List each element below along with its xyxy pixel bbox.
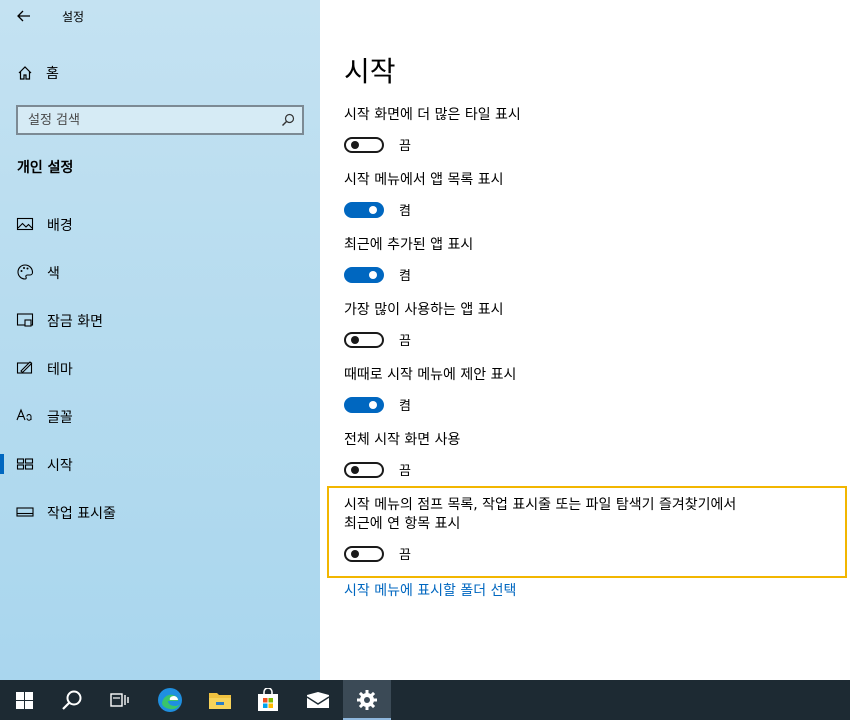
sidebar-item-label: 색	[47, 266, 60, 282]
title-bar: 설정	[0, 0, 320, 34]
toggle-switch[interactable]	[344, 396, 384, 413]
toggle-switch[interactable]	[344, 136, 384, 153]
setting-label: 시작 메뉴에서 앱 목록 표시	[344, 172, 504, 188]
palette-icon	[17, 264, 34, 280]
nav-home-label: 홈	[46, 66, 59, 82]
setting-recently-added: 최근에 추가된 앱 표시 켬	[344, 236, 473, 284]
toggle-recently-added[interactable]: 켬	[344, 265, 473, 284]
task-view-button[interactable]	[96, 680, 144, 720]
page-title: 시작	[344, 55, 396, 88]
file-explorer-icon	[209, 693, 231, 709]
task-view-icon	[110, 693, 129, 707]
toggle-suggestions[interactable]: 켬	[344, 395, 516, 414]
sidebar-item-label: 작업 표시줄	[47, 506, 116, 522]
sidebar-item-color[interactable]: 색	[0, 252, 320, 292]
start-button[interactable]	[0, 680, 48, 720]
content-pane: 시작 시작 화면에 더 많은 타일 표시 끔 시작 메뉴에서 앱 목록 표시 켬…	[320, 0, 850, 680]
app-title: 설정	[62, 10, 85, 24]
section-heading: 개인 설정	[17, 160, 74, 176]
setting-suggestions: 때때로 시작 메뉴에 제안 표시 켬	[344, 366, 516, 414]
start-icon	[16, 458, 34, 470]
setting-app-list: 시작 메뉴에서 앱 목록 표시 켬	[344, 171, 503, 219]
home-icon	[18, 66, 32, 80]
toggle-state-text: 켬	[399, 399, 411, 414]
setting-label: 최근에 추가된 앱 표시	[344, 237, 474, 253]
taskbar-search-button[interactable]	[48, 680, 96, 720]
choose-folders-link[interactable]: 시작 메뉴에 표시할 폴더 선택	[344, 580, 516, 600]
theme-icon	[16, 361, 33, 374]
settings-window: 설정 홈 개인 설정 배경	[0, 0, 850, 680]
file-explorer-button[interactable]	[196, 680, 244, 720]
settings-taskbar-button[interactable]	[343, 680, 391, 720]
toggle-most-used[interactable]: 끔	[344, 330, 503, 349]
sidebar-item-theme[interactable]: 테마	[0, 348, 320, 388]
toggle-full-screen[interactable]: 끔	[344, 460, 460, 479]
taskbar	[0, 680, 850, 720]
store-button[interactable]	[244, 680, 292, 720]
sidebar-item-label: 잠금 화면	[47, 314, 103, 330]
lock-screen-icon	[16, 313, 34, 327]
toggle-state-text: 켬	[399, 204, 411, 219]
picture-icon	[16, 217, 34, 231]
sidebar-item-lock-screen[interactable]: 잠금 화면	[0, 300, 320, 340]
settings-gear-icon	[357, 690, 377, 710]
windows-start-icon	[15, 691, 33, 709]
toggle-state-text: 켬	[399, 269, 411, 284]
toggle-switch[interactable]	[344, 201, 384, 218]
sidebar-item-start[interactable]: 시작	[0, 444, 320, 484]
sidebar-item-label: 테마	[47, 362, 73, 378]
back-arrow-icon	[17, 10, 30, 22]
setting-label: 전체 시작 화면 사용	[344, 432, 461, 448]
mail-button[interactable]	[294, 680, 342, 720]
active-indicator	[0, 454, 4, 474]
navigation-pane: 설정 홈 개인 설정 배경	[0, 0, 320, 680]
sidebar-item-label: 시작	[47, 458, 73, 474]
sidebar-item-background[interactable]: 배경	[0, 204, 320, 244]
back-button[interactable]	[10, 5, 38, 27]
sidebar-item-label: 배경	[47, 218, 73, 234]
edge-button[interactable]	[146, 680, 194, 720]
edge-icon	[158, 688, 182, 712]
nav-home[interactable]: 홈	[17, 62, 59, 84]
toggle-switch[interactable]	[344, 461, 384, 478]
search-icon[interactable]	[281, 113, 295, 127]
toggle-state-text: 끔	[399, 139, 411, 154]
setting-full-screen: 전체 시작 화면 사용 끔	[344, 431, 460, 479]
sidebar-item-label: 글꼴	[47, 410, 73, 426]
toggle-switch[interactable]	[344, 331, 384, 348]
setting-label: 가장 많이 사용하는 앱 표시	[344, 302, 504, 318]
setting-label: 시작 화면에 더 많은 타일 표시	[344, 107, 521, 123]
toggle-app-list[interactable]: 켬	[344, 200, 503, 219]
setting-most-used: 가장 많이 사용하는 앱 표시 끔	[344, 301, 503, 349]
sidebar-item-taskbar[interactable]: 작업 표시줄	[0, 492, 320, 532]
store-icon	[258, 688, 278, 711]
mail-icon	[306, 692, 330, 708]
setting-label: 때때로 시작 메뉴에 제안 표시	[344, 367, 517, 383]
toggle-state-text: 끔	[399, 334, 411, 349]
search-box[interactable]	[16, 105, 304, 135]
search-icon	[62, 690, 82, 710]
highlight-box	[327, 486, 847, 578]
font-icon	[16, 408, 32, 421]
toggle-state-text: 끔	[399, 464, 411, 479]
toggle-switch[interactable]	[344, 266, 384, 283]
taskbar-icon	[16, 507, 34, 517]
search-input[interactable]	[18, 107, 268, 133]
toggle-more-tiles[interactable]: 끔	[344, 135, 521, 154]
sidebar-item-fonts[interactable]: 글꼴	[0, 396, 320, 436]
setting-more-tiles: 시작 화면에 더 많은 타일 표시 끔	[344, 106, 521, 154]
